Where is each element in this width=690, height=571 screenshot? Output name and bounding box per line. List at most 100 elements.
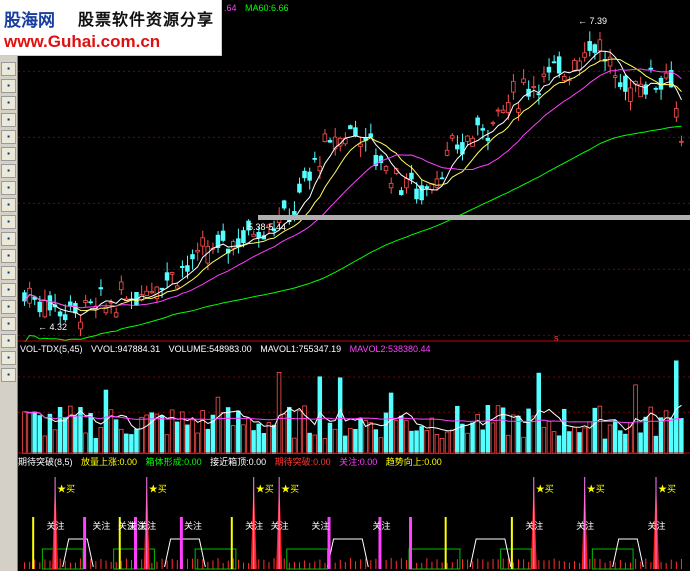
volume-bar	[490, 422, 496, 454]
candle-body	[185, 265, 190, 272]
candle-body	[500, 109, 506, 114]
box-top-band	[258, 215, 690, 220]
watch-bar	[179, 517, 183, 569]
draw-icon[interactable]: ▪	[1, 317, 16, 331]
candle-body	[57, 311, 63, 317]
buy-signal-label: ★买	[536, 484, 554, 494]
vol-indicator-name: VOL-TDX(5,45)	[20, 344, 83, 354]
candle-body	[495, 109, 501, 112]
candle-body	[149, 291, 155, 294]
f10-icon[interactable]: ▪	[1, 181, 16, 195]
volume-legend: VOL-TDX(5,45) VVOL:947884.31 VOLUME:5489…	[20, 343, 437, 355]
candle-body	[444, 149, 450, 156]
volume-bar	[52, 429, 58, 454]
signal-item-box: 箱体形成:0.00	[145, 457, 202, 467]
watch-signal-label: 关注	[372, 520, 390, 531]
volume-bar	[327, 422, 333, 454]
volume-bar	[251, 430, 256, 454]
volume-bar	[246, 417, 251, 454]
candle-body	[618, 82, 623, 87]
chart-icon[interactable]: ▪	[1, 113, 16, 127]
candle-body	[399, 190, 404, 195]
watch-signal-label: 关注	[92, 520, 110, 531]
low-price-label: ← 4.32	[38, 322, 67, 332]
watch-signal-label: 关注	[576, 520, 594, 531]
candle-body	[383, 165, 389, 172]
candle-body	[546, 66, 552, 73]
candle-body	[536, 93, 542, 96]
volume-bar	[169, 409, 175, 454]
volume-bar	[521, 436, 526, 454]
volume-chart[interactable]	[18, 344, 690, 454]
candle-body	[597, 39, 603, 52]
left-toolbar: ▪ ▪ ▪ ▪ ▪ ▪ ▪ ▪ ▪ ▪ ▪ ▪ ▪ ▪ ▪ ▪ ▪ ▪ ▪	[0, 0, 18, 571]
candle-body	[230, 241, 236, 249]
pen-icon[interactable]: ▪	[1, 283, 16, 297]
volume-bar	[83, 432, 88, 454]
volume-bar	[429, 417, 435, 454]
mavol1-value: MAVOL1:755347.19	[260, 344, 342, 354]
signal-chart[interactable]: ★买 ★买 ★买 ★买 ★买 ★买 ★买关注 关注 关注关注关注 关注 关注 关注 关注 关注 关注 关注 关注	[18, 467, 690, 571]
candle-body	[98, 287, 104, 290]
candle-body	[42, 300, 48, 318]
trend-up-bar	[444, 517, 447, 569]
pie-icon[interactable]: ▪	[1, 164, 16, 178]
volume-bar	[541, 426, 547, 454]
near-box-top-outline	[612, 538, 644, 568]
volume-bar	[27, 412, 32, 454]
volume-bar	[88, 413, 93, 454]
volume-bar	[460, 423, 465, 454]
price-chart[interactable]: ← 7.39← 4.325.38-5.44s	[18, 12, 690, 342]
candle-body	[180, 266, 185, 269]
candle-body	[556, 56, 562, 74]
tick-icon[interactable]: ▪	[1, 232, 16, 246]
candle-body	[648, 67, 654, 70]
table-icon[interactable]: ▪	[1, 130, 16, 144]
candle-body	[607, 56, 613, 67]
volume-bar	[658, 417, 664, 454]
move-icon[interactable]: ▪	[1, 334, 16, 348]
volume-bar	[348, 427, 353, 454]
volume-bar	[256, 423, 261, 454]
volume-bar	[261, 432, 267, 454]
buy-signal-label: ★买	[587, 484, 605, 494]
dollar-icon[interactable]: ▪	[1, 266, 16, 280]
volume-bar	[505, 434, 511, 454]
volume-bar	[200, 410, 205, 454]
candle-body	[551, 61, 557, 64]
high-price-label: ← 7.39	[578, 16, 607, 26]
volume-bar	[572, 426, 577, 454]
volume-bar	[103, 389, 109, 454]
cursor-icon[interactable]: ▪	[1, 62, 16, 76]
candle-body	[251, 233, 256, 237]
candle-body	[404, 178, 409, 189]
box-formed-outline	[286, 548, 329, 570]
rst-icon[interactable]: ▪	[1, 215, 16, 229]
candle-body	[113, 312, 119, 318]
candle-body	[174, 285, 180, 289]
volume-bar	[144, 414, 149, 454]
volume-bar	[638, 432, 643, 454]
volume-bar	[32, 411, 37, 454]
buy-signal-label: ★买	[256, 484, 274, 494]
info-icon[interactable]: ▪	[1, 198, 16, 212]
bar-icon[interactable]: ▪	[1, 147, 16, 161]
candle-body	[449, 135, 455, 139]
volume-bar	[225, 407, 231, 454]
down-icon[interactable]: ▪	[1, 368, 16, 382]
grid-icon[interactable]: ▪	[1, 79, 16, 93]
volume-bar	[455, 405, 460, 454]
arrow-icon[interactable]: ▪	[1, 300, 16, 314]
list-icon[interactable]: ▪	[1, 96, 16, 110]
volume-bar	[612, 420, 618, 454]
box-formed-outline	[194, 548, 237, 570]
volume-bar	[567, 431, 572, 454]
candle-body	[353, 127, 358, 137]
candle-body	[612, 75, 618, 78]
up-icon[interactable]: ▪	[1, 351, 16, 365]
volume-bar	[271, 424, 277, 454]
signal-indicator-name: 期待突破(8,5)	[18, 457, 73, 467]
line-icon[interactable]: ▪	[1, 249, 16, 263]
volume-bar	[297, 410, 302, 454]
buy-signal-label: ★买	[149, 484, 167, 494]
